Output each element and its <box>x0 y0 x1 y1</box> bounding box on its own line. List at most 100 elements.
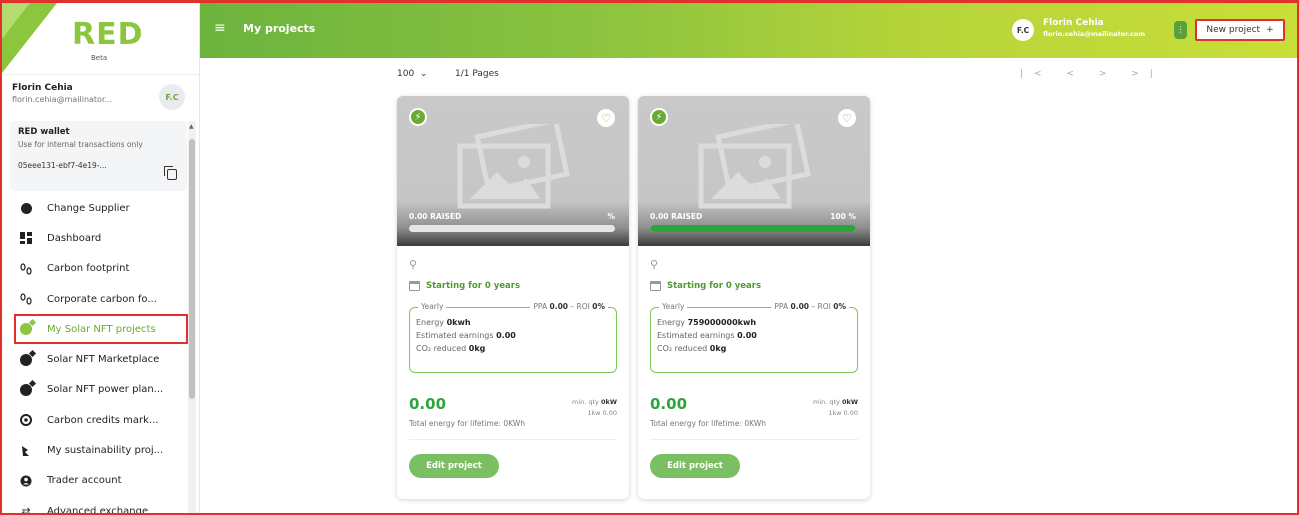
carbon-credits-icon <box>20 414 32 427</box>
sidebar-item-corporate-carbon[interactable]: Corporate carbon fo... <box>2 284 188 314</box>
sidebar-item-label: Dashboard <box>47 232 102 244</box>
sidebar-item-label: My Solar NFT projects <box>47 323 156 335</box>
copy-icon[interactable] <box>164 166 177 180</box>
header-avatar[interactable]: F.C <box>1012 19 1034 41</box>
wallet-panel: RED wallet Use for internal transactions… <box>10 121 187 191</box>
page-title: My projects <box>243 22 316 35</box>
co2-row: CO₂ reduced 0kg <box>416 344 486 353</box>
image-placeholder-icon <box>457 124 570 209</box>
project-card[interactable]: ⚡ ♡ 0.00 RAISED 100 % ⚲ Starting for 0 y… <box>638 96 870 499</box>
sidebar-nav: Change Supplier Dashboard Carbon footpri… <box>2 193 188 515</box>
heart-icon[interactable]: ♡ <box>838 109 856 127</box>
yearly-label: Yearly <box>418 302 447 311</box>
sidebar-item-my-solar-nft-projects[interactable]: My Solar NFT projects <box>14 314 188 345</box>
sidebar-item-trader-account[interactable]: Trader account <box>2 466 188 496</box>
divider <box>409 439 617 440</box>
footprint-icon <box>20 293 32 305</box>
sidebar: RED Beta Florin Cehia florin.cehia@maili… <box>2 3 200 515</box>
raised-amount: 0.00 RAISED <box>650 212 703 221</box>
dashboard-icon <box>20 232 32 245</box>
wallet-id: 05eee131-ebf7-4e19-... <box>18 161 107 170</box>
top-header: ≡ My projects F.C Florin Cehia florin.ce… <box>200 3 1297 58</box>
project-card[interactable]: ⚡ ♡ 0.00 RAISED % ⚲ Starting for 0 years <box>397 96 629 499</box>
sidebar-item-dashboard[interactable]: Dashboard <box>2 223 188 253</box>
energy-leaf-icon: ⚡ <box>650 108 668 126</box>
energy-leaf-icon: ⚡ <box>409 108 427 126</box>
earnings-row: Estimated earnings 0.00 <box>416 331 516 340</box>
menu-icon[interactable]: ≡ <box>214 20 226 36</box>
ppa-roi: PPA 0.00 – ROI 0% <box>771 302 849 311</box>
avatar[interactable]: F.C <box>159 84 185 110</box>
ppa-roi: PPA 0.00 – ROI 0% <box>530 302 608 311</box>
new-project-button[interactable]: New project + <box>1195 19 1285 41</box>
sidebar-item-advanced-exchange[interactable]: ⇄ Advanced exchange <box>2 496 188 515</box>
edit-project-button[interactable]: Edit project <box>650 454 740 478</box>
app-logo[interactable]: RED <box>72 17 144 52</box>
sidebar-item-solar-nft-marketplace[interactable]: Solar NFT Marketplace <box>2 344 188 374</box>
wallet-icon[interactable]: ⋮ <box>1174 21 1187 39</box>
sidebar-item-label: My sustainability proj... <box>47 445 164 457</box>
calendar-icon <box>409 281 420 291</box>
yearly-summary: Yearly PPA 0.00 – ROI 0% Energy 75900000… <box>650 302 858 373</box>
footprint-icon <box>20 263 32 275</box>
earnings-row: Estimated earnings 0.00 <box>657 331 757 340</box>
pagination-nav[interactable]: |< < > >| <box>1020 69 1164 79</box>
total-energy: Total energy for lifetime: 0KWh <box>650 419 766 428</box>
sidebar-item-label: Solar NFT Marketplace <box>47 354 160 366</box>
sidebar-item-label: Carbon footprint <box>47 263 130 275</box>
raised-amount: 0.00 RAISED <box>409 212 462 221</box>
page-count: 1/1 Pages <box>455 69 499 79</box>
funding-progress-bar <box>409 225 615 232</box>
co2-row: CO₂ reduced 0kg <box>657 344 727 353</box>
energy-row: Energy 759000000kwh <box>657 318 757 327</box>
sidebar-item-solar-nft-power-plants[interactable]: Solar NFT power plan... <box>2 375 188 405</box>
wallet-title: RED wallet <box>18 127 70 137</box>
app-frame: RED Beta Florin Cehia florin.cehia@maili… <box>0 0 1299 515</box>
heart-icon[interactable]: ♡ <box>597 109 615 127</box>
min-quantity: min. qty 0kW 1kw 0.00 <box>571 398 617 417</box>
logo-area: RED Beta <box>2 3 199 75</box>
min-quantity: min. qty 0kW 1kw 0.00 <box>812 398 858 417</box>
beta-badge: Beta <box>91 54 108 62</box>
nft-icon <box>20 353 32 366</box>
nft-icon <box>20 323 32 336</box>
total-energy: Total energy for lifetime: 0KWh <box>409 419 525 428</box>
energy-row: Energy 0kwh <box>416 318 471 327</box>
funding-progress-bar <box>650 225 856 232</box>
project-image: ⚡ ♡ 0.00 RAISED % <box>397 96 629 246</box>
sidebar-item-label: Trader account <box>47 475 122 487</box>
sidebar-scrollbar[interactable]: ▲ <box>188 121 196 513</box>
calendar-icon <box>650 281 661 291</box>
trader-icon <box>20 475 32 487</box>
raised-percent: % <box>607 212 615 221</box>
nft-icon <box>20 383 32 396</box>
sidebar-item-label: Carbon credits mark... <box>47 414 159 426</box>
sidebar-item-carbon-footprint[interactable]: Carbon footprint <box>2 254 188 284</box>
sidebar-item-label: Corporate carbon fo... <box>47 293 157 305</box>
sustainability-icon <box>20 445 32 457</box>
raised-percent: 100 % <box>830 212 856 221</box>
yearly-summary: Yearly PPA 0.00 – ROI 0% Energy 0kwh Est… <box>409 302 617 373</box>
sidebar-item-label: Solar NFT power plan... <box>47 384 164 396</box>
wallet-description: Use for internal transactions only <box>18 140 143 149</box>
edit-project-button[interactable]: Edit project <box>409 454 499 478</box>
page-size-value: 100 <box>397 69 415 79</box>
yearly-label: Yearly <box>659 302 688 311</box>
page-size-select[interactable]: 100 ⌄ <box>397 69 427 79</box>
location-pin-icon: ⚲ <box>650 258 659 271</box>
sidebar-item-label: Change Supplier <box>47 202 130 214</box>
scroll-up-icon[interactable]: ▲ <box>189 123 194 130</box>
change-supplier-icon <box>20 202 32 214</box>
sidebar-item-change-supplier[interactable]: Change Supplier <box>2 193 188 223</box>
project-image: ⚡ ♡ 0.00 RAISED 100 % <box>638 96 870 246</box>
divider <box>650 439 858 440</box>
exchange-icon: ⇄ <box>21 504 31 515</box>
sidebar-item-my-sustainability[interactable]: My sustainability proj... <box>2 435 188 465</box>
sidebar-user[interactable]: Florin Cehia florin.cehia@mailinator... … <box>2 75 199 117</box>
new-project-label: New project <box>1206 25 1261 35</box>
plus-icon: + <box>1266 25 1274 35</box>
scrollbar-thumb[interactable] <box>189 139 195 399</box>
image-placeholder-icon <box>698 124 811 209</box>
location-pin-icon: ⚲ <box>409 258 418 271</box>
sidebar-item-carbon-credits[interactable]: Carbon credits mark... <box>2 405 188 435</box>
